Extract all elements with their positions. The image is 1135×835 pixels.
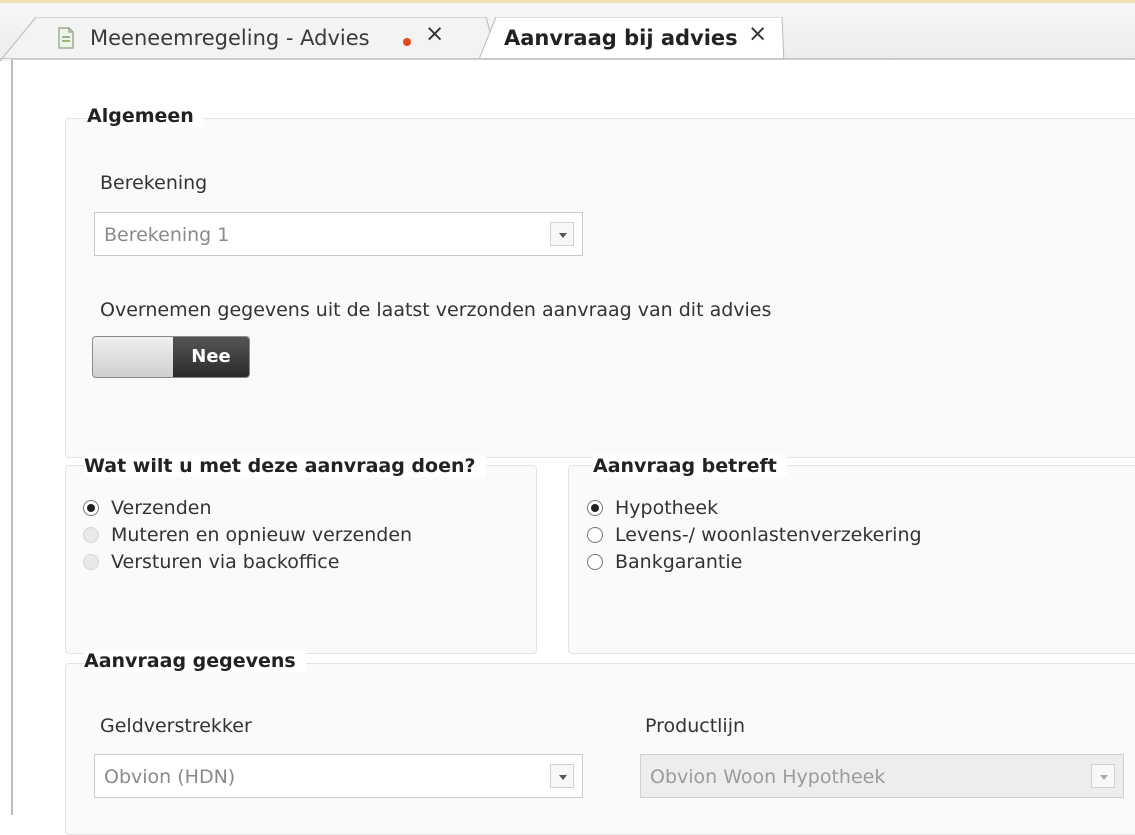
geldverstrekker-select[interactable]: Obvion (HDN) — [94, 754, 583, 798]
unsaved-changes-dot-icon — [403, 38, 411, 46]
geldverstrekker-label: Geldverstrekker — [100, 715, 252, 737]
tab-label: Meeneemregeling - Advies — [90, 26, 370, 50]
berekening-label: Berekening — [100, 172, 208, 194]
radio-label: Verzenden — [111, 497, 212, 519]
tab-strip: Meeneemregeling - Advies × Aanvraag bij … — [0, 3, 1135, 63]
radio-label: Versturen via backoffice — [111, 551, 340, 573]
radio-button[interactable] — [587, 527, 603, 543]
radio-label: Levens-/ woonlastenverzekering — [615, 524, 922, 546]
toggle-value: Nee — [173, 337, 249, 377]
close-icon[interactable]: × — [748, 23, 767, 46]
radio-button — [83, 554, 99, 570]
radio-button[interactable] — [587, 554, 603, 570]
geldverstrekker-value: Obvion (HDN) — [104, 766, 236, 788]
chevron-down-icon[interactable] — [550, 764, 574, 788]
document-icon — [58, 27, 74, 49]
radio-button[interactable] — [83, 500, 99, 516]
tab-aanvraag-bij-advies[interactable]: Aanvraag bij advies × — [478, 17, 788, 63]
chevron-down-icon — [1091, 764, 1115, 788]
radio-button[interactable] — [587, 500, 603, 516]
radio-label: Hypotheek — [615, 497, 719, 519]
tab-meeneemregeling-advies[interactable]: Meeneemregeling - Advies × — [0, 17, 500, 62]
berekening-value: Berekening 1 — [104, 224, 230, 246]
group-gegevens — [65, 663, 1135, 835]
tab-label: Aanvraag bij advies — [504, 26, 738, 50]
productlijn-value: Obvion Woon Hypotheek — [650, 766, 886, 788]
overnemen-toggle[interactable]: Nee — [92, 336, 250, 378]
productlijn-select: Obvion Woon Hypotheek — [640, 754, 1124, 798]
group-title-gegevens: Aanvraag gegevens — [84, 650, 306, 672]
form-panel: Algemeen Berekening Berekening 1 Overnem… — [11, 59, 1135, 835]
group-title-algemeen: Algemeen — [87, 105, 204, 127]
group-title-betreft: Aanvraag betreft — [593, 455, 787, 477]
close-icon[interactable]: × — [425, 23, 444, 46]
berekening-select[interactable]: Berekening 1 — [94, 212, 583, 256]
radio-button — [83, 527, 99, 543]
chevron-down-icon[interactable] — [550, 222, 574, 246]
overnemen-label: Overnemen gegevens uit de laatst verzond… — [100, 299, 772, 321]
productlijn-label: Productlijn — [645, 715, 746, 737]
group-title-actie: Wat wilt u met deze aanvraag doen? — [84, 455, 486, 477]
radio-label: Bankgarantie — [615, 551, 743, 573]
radio-label: Muteren en opnieuw verzenden — [111, 524, 413, 546]
group-algemeen — [65, 118, 1135, 458]
